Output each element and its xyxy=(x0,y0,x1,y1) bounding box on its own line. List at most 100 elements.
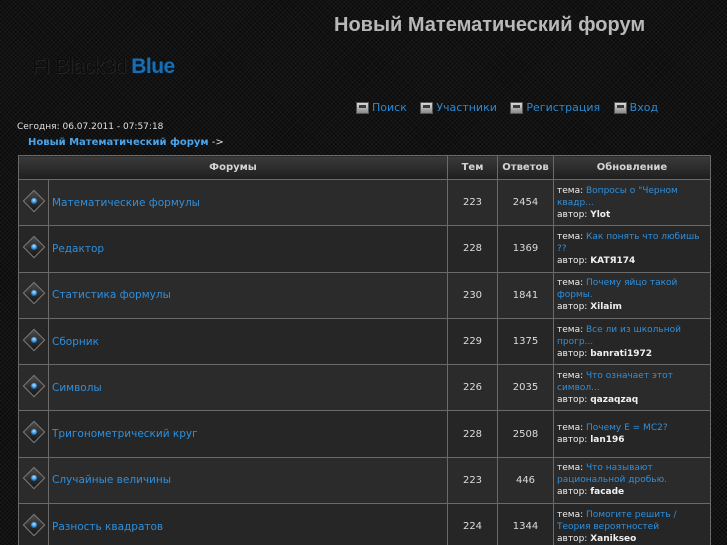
logo-text-a: FI Black3d xyxy=(32,55,127,78)
nav-register-link[interactable]: Регистрация xyxy=(510,101,600,114)
members-icon xyxy=(420,102,434,114)
table-row: Символы 226 2035 тема: Что означает этот си… xyxy=(18,364,711,412)
forum-status-icon xyxy=(22,235,45,259)
login-icon xyxy=(613,102,627,114)
header-updated: Обновление xyxy=(553,155,711,180)
forum-link[interactable]: Символы xyxy=(52,382,102,394)
author-label: автор: xyxy=(557,533,588,544)
forum-replies-count: 446 xyxy=(497,456,554,505)
topic-label: тема: xyxy=(557,324,584,335)
topic-label: тема: xyxy=(557,185,584,196)
last-post-cell: тема: Что называют рациональной дробью. а… xyxy=(553,456,711,505)
forum-link[interactable]: Сборник xyxy=(52,336,99,348)
forum-icon-cell xyxy=(18,456,49,505)
last-post-cell: тема: Почему E = MC2? автор: lan196 xyxy=(553,410,711,458)
forum-icon-cell xyxy=(18,271,49,319)
forum-icon-cell xyxy=(18,503,49,545)
author-label: автор: xyxy=(557,302,588,313)
forum-topics-count: 228 xyxy=(447,410,498,458)
last-author[interactable]: Xilaim xyxy=(590,302,622,312)
forum-icon-cell xyxy=(18,410,49,458)
forum-status-icon xyxy=(22,513,45,537)
forum-status-icon xyxy=(22,374,45,398)
forum-topics-count: 223 xyxy=(447,178,498,227)
logo[interactable]: FI Black3d Blue xyxy=(32,55,175,79)
nav-login-label: Вход xyxy=(629,101,659,114)
author-label: автор: xyxy=(557,209,588,220)
last-author[interactable]: lan196 xyxy=(590,435,624,445)
forum-name-cell: Математические формулы xyxy=(48,178,448,227)
last-author[interactable]: qazaqzaq xyxy=(590,395,638,405)
nav-login-link[interactable]: Вход xyxy=(613,101,659,114)
forum-link[interactable]: Случайные величины xyxy=(52,474,171,486)
last-author[interactable]: KATЯ174 xyxy=(590,256,635,266)
forum-name-cell: Редактор xyxy=(48,225,448,273)
forum-replies-count: 2035 xyxy=(497,364,554,412)
last-author[interactable]: Ylot xyxy=(590,210,610,220)
topic-label: тема: xyxy=(557,509,584,520)
author-label: автор: xyxy=(557,394,588,405)
table-row: Статистика формулы 230 1841 тема: Почему яй… xyxy=(18,271,711,319)
header-topics: Тем xyxy=(447,155,498,180)
forum-name-cell: Символы xyxy=(48,364,448,412)
author-label: автор: xyxy=(557,348,588,359)
topic-label: тема: xyxy=(557,370,584,381)
forum-replies-count: 1375 xyxy=(497,317,554,366)
forum-link[interactable]: Математические формулы xyxy=(52,197,200,209)
forum-rows: Математические формулы 223 2454 тема: Вопро… xyxy=(18,178,711,545)
last-post-cell: тема: Все ли из школьной прогр... автор: … xyxy=(553,317,711,366)
forum-topics-count: 228 xyxy=(447,225,498,273)
forum-replies-count: 2508 xyxy=(497,410,554,458)
last-author[interactable]: facade xyxy=(590,487,624,497)
forum-table: Форумы Тем Ответов Обновление Математиче… xyxy=(18,155,711,545)
site-title: Новый Математический форум xyxy=(334,14,646,36)
forum-name-cell: Статистика формулы xyxy=(48,271,448,319)
nav-members-link[interactable]: Участники xyxy=(420,101,497,114)
nav-search-label: Поиск xyxy=(372,101,407,114)
forum-link[interactable]: Разность квадратов xyxy=(52,521,163,533)
search-icon xyxy=(356,102,369,114)
nav-search-link[interactable]: Поиск xyxy=(356,101,407,114)
forum-link[interactable]: Статистика формулы xyxy=(52,289,171,301)
last-post-cell: тема: Почему яйцо такой формы. автор: Xil… xyxy=(553,271,711,319)
last-author[interactable]: banrati1972 xyxy=(590,349,652,359)
breadcrumb-home-link[interactable]: Новый Математический форум xyxy=(28,137,209,148)
table-row: Случайные величины 223 446 тема: Что называ… xyxy=(18,456,711,505)
header-forums: Форумы xyxy=(18,155,448,180)
last-post-cell: тема: Как понять что любишь ?? автор: KAT… xyxy=(553,225,711,273)
top-navigation: Поиск Участники Регистрация Вход xyxy=(356,101,658,117)
forum-status-icon xyxy=(22,328,45,351)
table-row: Математические формулы 223 2454 тема: Вопро… xyxy=(18,178,711,227)
forum-icon-cell xyxy=(18,317,49,366)
nav-register-label: Регистрация xyxy=(526,101,601,114)
table-row: Разность квадратов 224 1344 тема: Помогите … xyxy=(18,503,711,545)
forum-replies-count: 1841 xyxy=(497,271,554,319)
forum-topics-count: 229 xyxy=(447,317,498,366)
table-row: Тригонометрический круг 228 2508 тема: Поче… xyxy=(18,410,711,458)
breadcrumb: Новый Математический форум -> xyxy=(28,137,224,148)
last-post-cell: тема: Что означает этот символ... автор: … xyxy=(553,364,711,412)
topic-label: тема: xyxy=(557,423,584,434)
current-date: Сегодня: 06.07.2011 - 07:57:18 xyxy=(17,122,164,132)
forum-name-cell: Разность квадратов xyxy=(48,503,448,545)
forum-topics-count: 223 xyxy=(447,456,498,505)
topic-label: тема: xyxy=(557,463,584,474)
header-replies: Ответов xyxy=(497,155,554,180)
last-author[interactable]: Xanikseo xyxy=(590,534,636,544)
forum-icon-cell xyxy=(18,364,49,412)
forum-replies-count: 2454 xyxy=(497,178,554,227)
logo-text-b: Blue xyxy=(131,55,175,78)
forum-topics-count: 226 xyxy=(447,364,498,412)
forum-name-cell: Случайные величины xyxy=(48,456,448,505)
table-row: Редактор 228 1369 тема: Как понять что люби… xyxy=(18,225,711,273)
forum-link[interactable]: Редактор xyxy=(52,243,104,255)
forum-status-icon xyxy=(22,467,45,490)
forum-link[interactable]: Тригонометрический круг xyxy=(52,428,198,440)
forum-status-icon xyxy=(22,189,45,212)
forum-replies-count: 1344 xyxy=(497,503,554,545)
topic-label: тема: xyxy=(557,231,584,242)
last-post-cell: тема: Вопросы о "Черном квадр... автор: Y… xyxy=(553,178,711,227)
last-topic-link[interactable]: Почему E = MC2? xyxy=(586,423,668,433)
table-row: Сборник 229 1375 тема: Все ли из школьной п… xyxy=(18,317,711,366)
nav-members-label: Участники xyxy=(436,101,497,114)
